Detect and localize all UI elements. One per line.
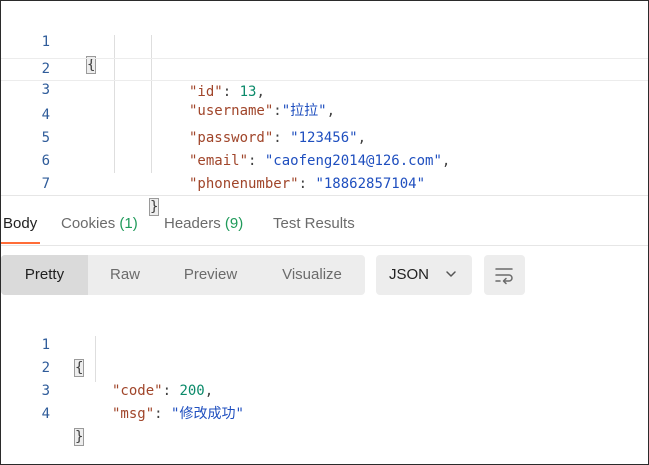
response-tabs: Body Cookies (1) Headers (9) Test Result…: [1, 207, 648, 246]
code-line: 5 "email": "caofeng2014@126.com",: [1, 104, 648, 169]
line-number: 4: [41, 406, 50, 422]
code-line: 6 "phonenumber": "18862857104": [1, 127, 648, 192]
code-line: 1 {: [1, 311, 648, 377]
code-content: "phonenumber": "18862857104": [189, 173, 425, 196]
json-value: "修改成功": [171, 406, 244, 422]
preview-button[interactable]: Preview: [162, 255, 259, 295]
tab-body-label: Body: [3, 215, 38, 232]
code-line: 2 "code": 200,: [1, 334, 648, 399]
view-mode-selector: Pretty Raw Preview Visualize: [1, 255, 365, 295]
code-content: }: [73, 426, 85, 449]
active-tab-indicator: [1, 242, 40, 244]
json-value: "18862857104": [315, 176, 426, 192]
code-line: 4 }: [1, 380, 648, 446]
json-separator: :: [154, 406, 172, 422]
headers-count: (9): [224, 215, 244, 232]
tab-headers[interactable]: Headers (9): [164, 215, 243, 232]
postman-window: 1 { 2 "id": 13, 3 "username":"拉拉", 4 "pa…: [0, 0, 649, 465]
code-line-active: 3 "username":"拉拉",: [1, 58, 648, 119]
tab-test-results-label: Test Results: [273, 215, 355, 232]
code-line: 4 "password": "123456",: [1, 81, 648, 146]
tab-cookies-label: Cookies: [61, 215, 116, 232]
tab-headers-label: Headers: [164, 215, 221, 232]
wrap-lines-button[interactable]: [484, 255, 525, 295]
response-body-viewer[interactable]: 1 { 2 "code": 200, 3 "msg": "修改成功" 4 }: [1, 311, 648, 446]
json-separator: :: [298, 176, 316, 192]
code-content: "msg": "修改成功": [112, 403, 244, 426]
format-dropdown[interactable]: JSON: [376, 255, 472, 295]
code-line: 1 {: [1, 8, 648, 74]
cookies-count: (1): [119, 215, 138, 232]
code-line: 2 "id": 13,: [1, 35, 648, 100]
tab-cookies[interactable]: Cookies (1): [61, 215, 138, 232]
json-key: "msg": [112, 406, 155, 422]
request-body-editor[interactable]: 1 { 2 "id": 13, 3 "username":"拉拉", 4 "pa…: [1, 5, 648, 216]
visualize-button[interactable]: Visualize: [259, 255, 365, 295]
wrap-lines-icon: [495, 268, 513, 285]
close-brace: }: [73, 428, 85, 446]
code-line: 7 }: [1, 150, 648, 216]
editor-divider: [1, 195, 648, 196]
chevron-down-icon: [446, 271, 456, 277]
json-key: "phonenumber": [189, 176, 299, 192]
line-number: 7: [41, 176, 50, 192]
pretty-button[interactable]: Pretty: [1, 255, 88, 295]
code-line: 3 "msg": "修改成功": [1, 357, 648, 422]
tab-test-results[interactable]: Test Results: [273, 215, 355, 232]
tab-body[interactable]: Body: [3, 215, 37, 232]
format-dropdown-value: JSON: [389, 266, 430, 283]
raw-button[interactable]: Raw: [88, 255, 162, 295]
